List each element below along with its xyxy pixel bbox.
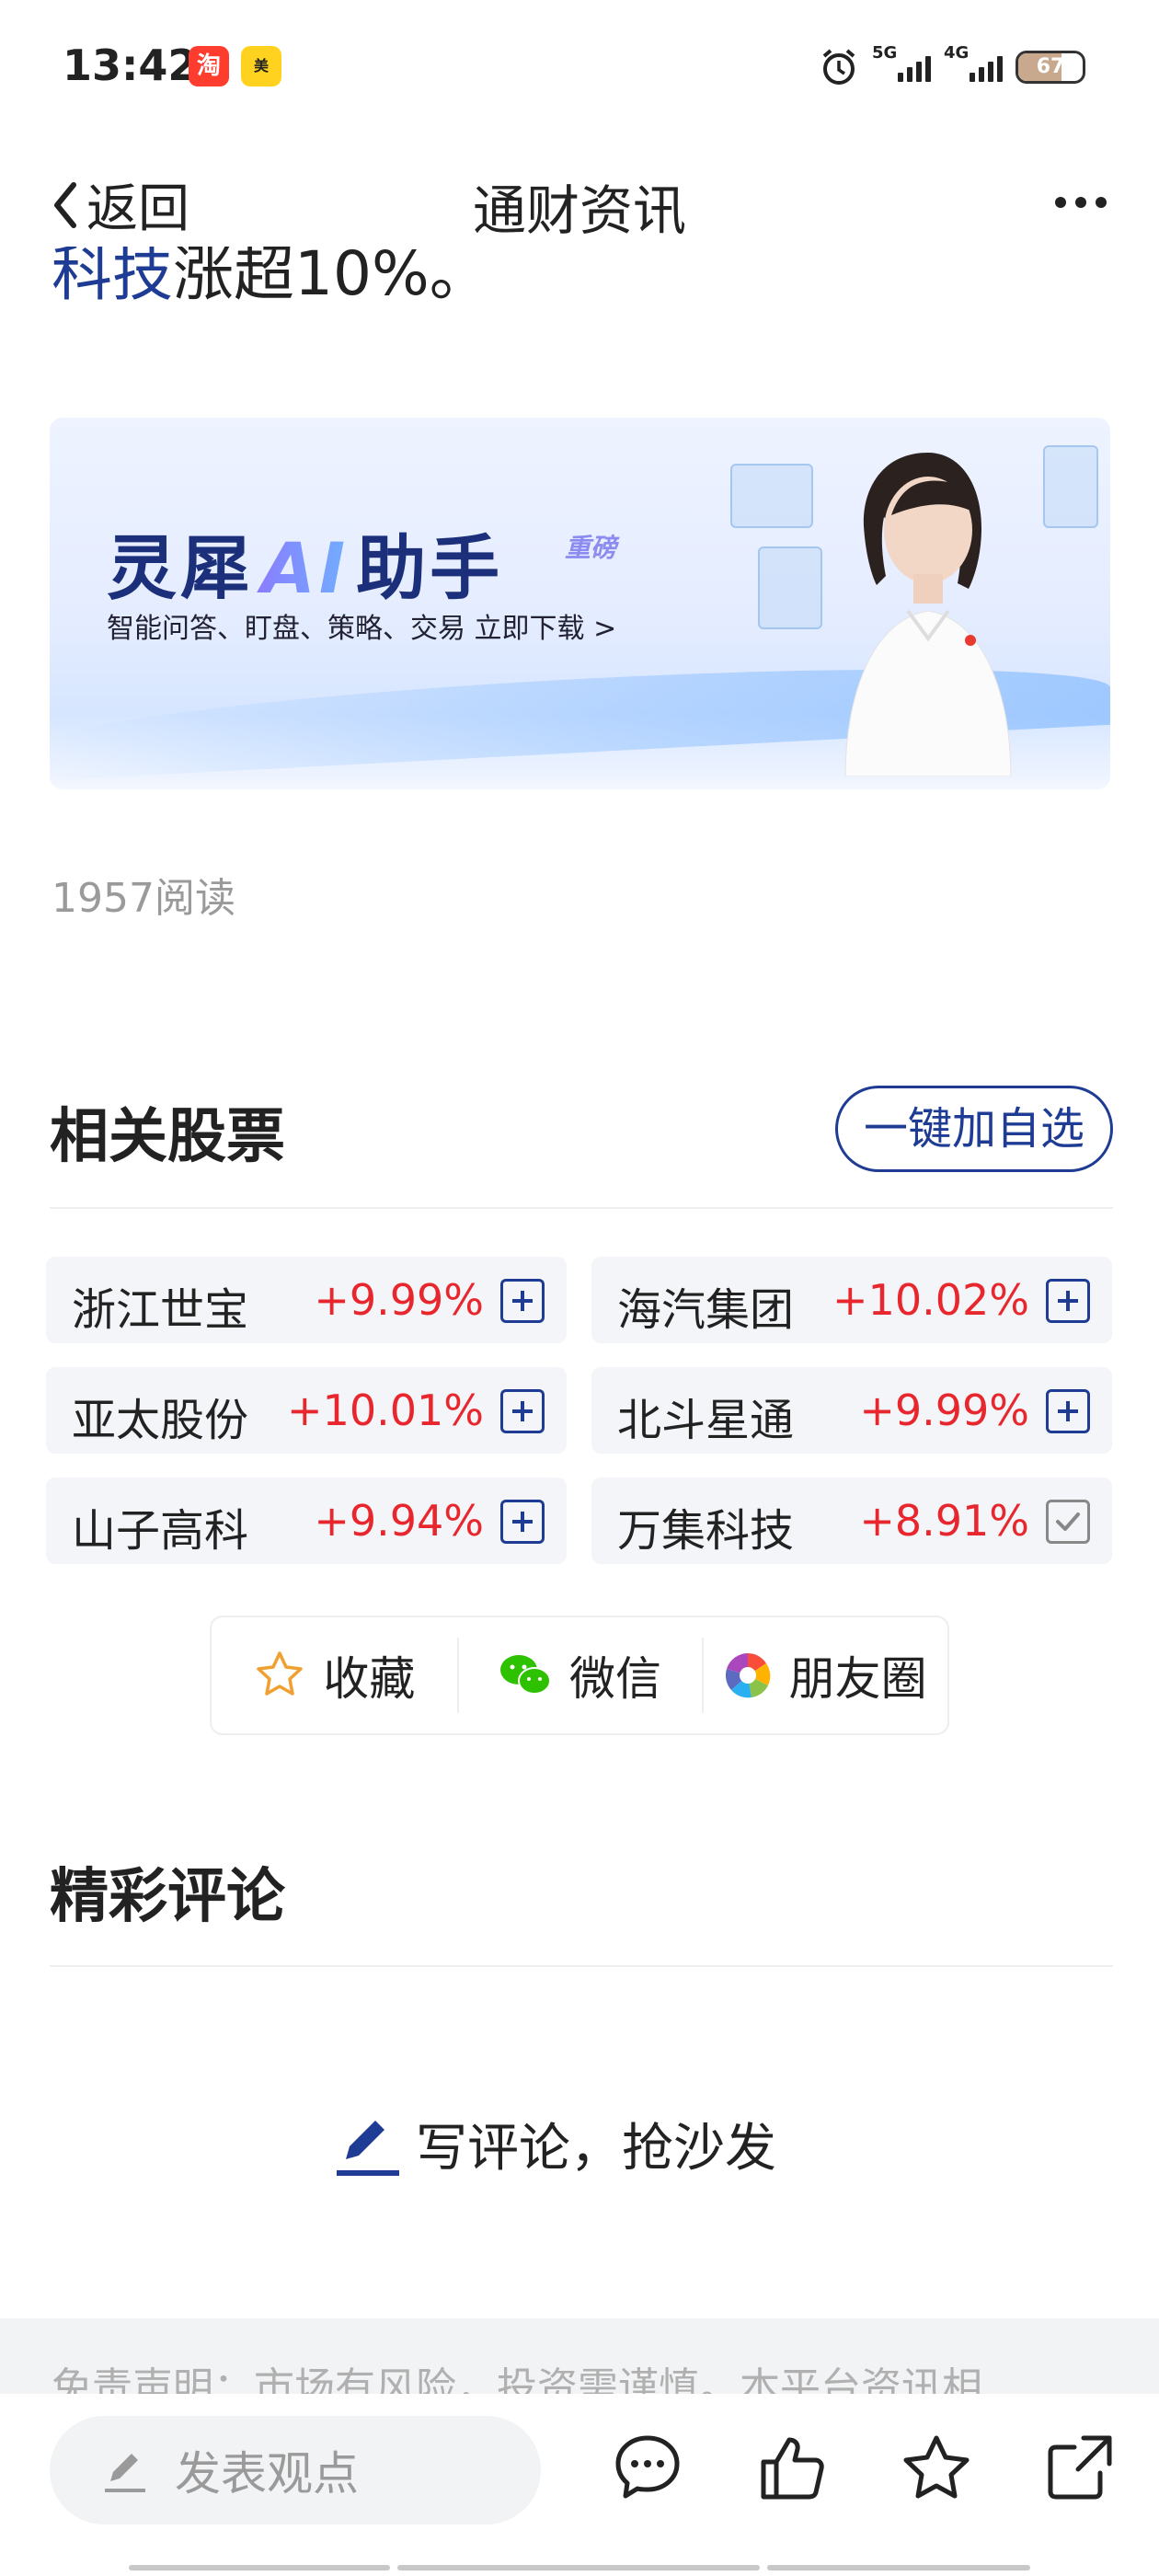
stock-item[interactable]: 万集科技 +8.91%	[591, 1478, 1112, 1564]
stock-link[interactable]: 科技	[52, 247, 173, 309]
stock-name: 亚太股份	[72, 1395, 249, 1446]
battery-icon: 67	[1016, 51, 1085, 84]
divider	[50, 1207, 1113, 1209]
more-icon[interactable]	[1053, 195, 1108, 210]
home-indicator	[129, 2565, 390, 2570]
comment-input-placeholder: 发表观点	[175, 2447, 359, 2501]
stock-item[interactable]: 山子高科 +9.94%	[46, 1478, 567, 1564]
in-watchlist-check-icon[interactable]	[1046, 1500, 1090, 1544]
divider	[50, 1965, 1113, 1967]
bottom-action-bar: 发表观点	[0, 2394, 1159, 2576]
pencil-icon	[337, 2120, 399, 2176]
meituan-icon: 美	[241, 46, 281, 86]
star-icon[interactable]	[900, 2431, 973, 2504]
edit-icon	[105, 2454, 145, 2492]
stock-change: +9.99%	[314, 1275, 484, 1325]
banner-tag: 重磅	[565, 533, 617, 563]
moments-icon	[725, 1653, 770, 1698]
add-watchlist-icon[interactable]	[1046, 1389, 1090, 1433]
stock-item[interactable]: 浙江世宝 +9.99%	[46, 1257, 567, 1343]
add-watchlist-icon[interactable]	[500, 1279, 545, 1323]
battery-level: 67	[1036, 55, 1065, 78]
wechat-label: 微信	[569, 1652, 661, 1706]
stock-change: +9.99%	[859, 1386, 1029, 1435]
add-watchlist-icon[interactable]	[500, 1500, 545, 1544]
moments-label: 朋友圈	[788, 1652, 927, 1706]
wechat-icon	[500, 1655, 551, 1695]
star-icon	[257, 1651, 304, 1696]
content-card-end	[0, 2208, 1159, 2318]
stock-item[interactable]: 海汽集团 +10.02%	[591, 1257, 1112, 1343]
stock-name: 北斗星通	[617, 1395, 795, 1446]
share-icon[interactable]	[1043, 2431, 1117, 2504]
signal-4g-icon: 4G	[944, 43, 1003, 82]
favorite-button[interactable]: 收藏	[212, 1617, 457, 1733]
banner-subtitle: 智能问答、盯盘、策略、交易 立即下载 >	[107, 613, 617, 645]
related-stocks-title: 相关股票	[50, 1103, 285, 1171]
favorite-label: 收藏	[323, 1652, 416, 1706]
read-count: 1957阅读	[52, 875, 235, 922]
add-all-to-watchlist-button[interactable]: 一键加自选	[835, 1086, 1113, 1172]
status-time: 13:42	[63, 40, 198, 90]
stock-change: +10.02%	[832, 1275, 1029, 1325]
stock-item[interactable]: 亚太股份 +10.01%	[46, 1367, 567, 1454]
like-icon[interactable]	[756, 2431, 830, 2504]
stock-name: 山子高科	[72, 1505, 249, 1557]
disclaimer-text: 免责声明：市场有风险，投资需谨慎。本平台资讯相	[52, 2364, 982, 2394]
write-comment-label: 写评论，抢沙发	[416, 2119, 776, 2179]
wechat-share-button[interactable]: 微信	[456, 1617, 703, 1733]
article-text: 涨超10%。	[173, 247, 490, 309]
comment-icon[interactable]	[611, 2431, 684, 2504]
comments-title: 精彩评论	[50, 1863, 285, 1931]
alarm-icon	[822, 49, 855, 85]
comment-input[interactable]: 发表观点	[50, 2416, 541, 2524]
ai-avatar-image	[844, 453, 1012, 776]
nav-bar: 返回 通财资讯	[0, 156, 1159, 248]
write-comment-button[interactable]: 写评论，抢沙发	[331, 2107, 776, 2181]
moments-share-button[interactable]: 朋友圈	[702, 1617, 947, 1733]
stock-name: 浙江世宝	[72, 1284, 249, 1336]
taobao-icon: 淘	[189, 46, 229, 86]
stock-change: +10.01%	[287, 1386, 484, 1435]
share-bar: 收藏 微信 朋友圈	[210, 1616, 949, 1735]
add-watchlist-icon[interactable]	[1046, 1279, 1090, 1323]
banner-title: 灵犀 AI 助手	[107, 527, 504, 609]
home-indicator	[767, 2565, 1030, 2570]
article-tail: 科技涨超10%。	[52, 247, 1109, 311]
stock-name: 海汽集团	[617, 1284, 795, 1336]
stock-change: +9.94%	[314, 1496, 484, 1546]
page-title: 通财资讯	[472, 179, 686, 242]
stock-name: 万集科技	[617, 1505, 795, 1557]
add-watchlist-icon[interactable]	[500, 1389, 545, 1433]
signal-5g-icon: 5G	[872, 43, 931, 82]
home-indicator	[397, 2565, 760, 2570]
stock-change: +8.91%	[859, 1496, 1029, 1546]
stock-item[interactable]: 北斗星通 +9.99%	[591, 1367, 1112, 1454]
ai-assistant-banner[interactable]: 灵犀 AI 助手 重磅 智能问答、盯盘、策略、交易 立即下载 >	[50, 418, 1110, 789]
status-bar: 13:42 淘 美 5G 4G 67	[0, 0, 1159, 138]
